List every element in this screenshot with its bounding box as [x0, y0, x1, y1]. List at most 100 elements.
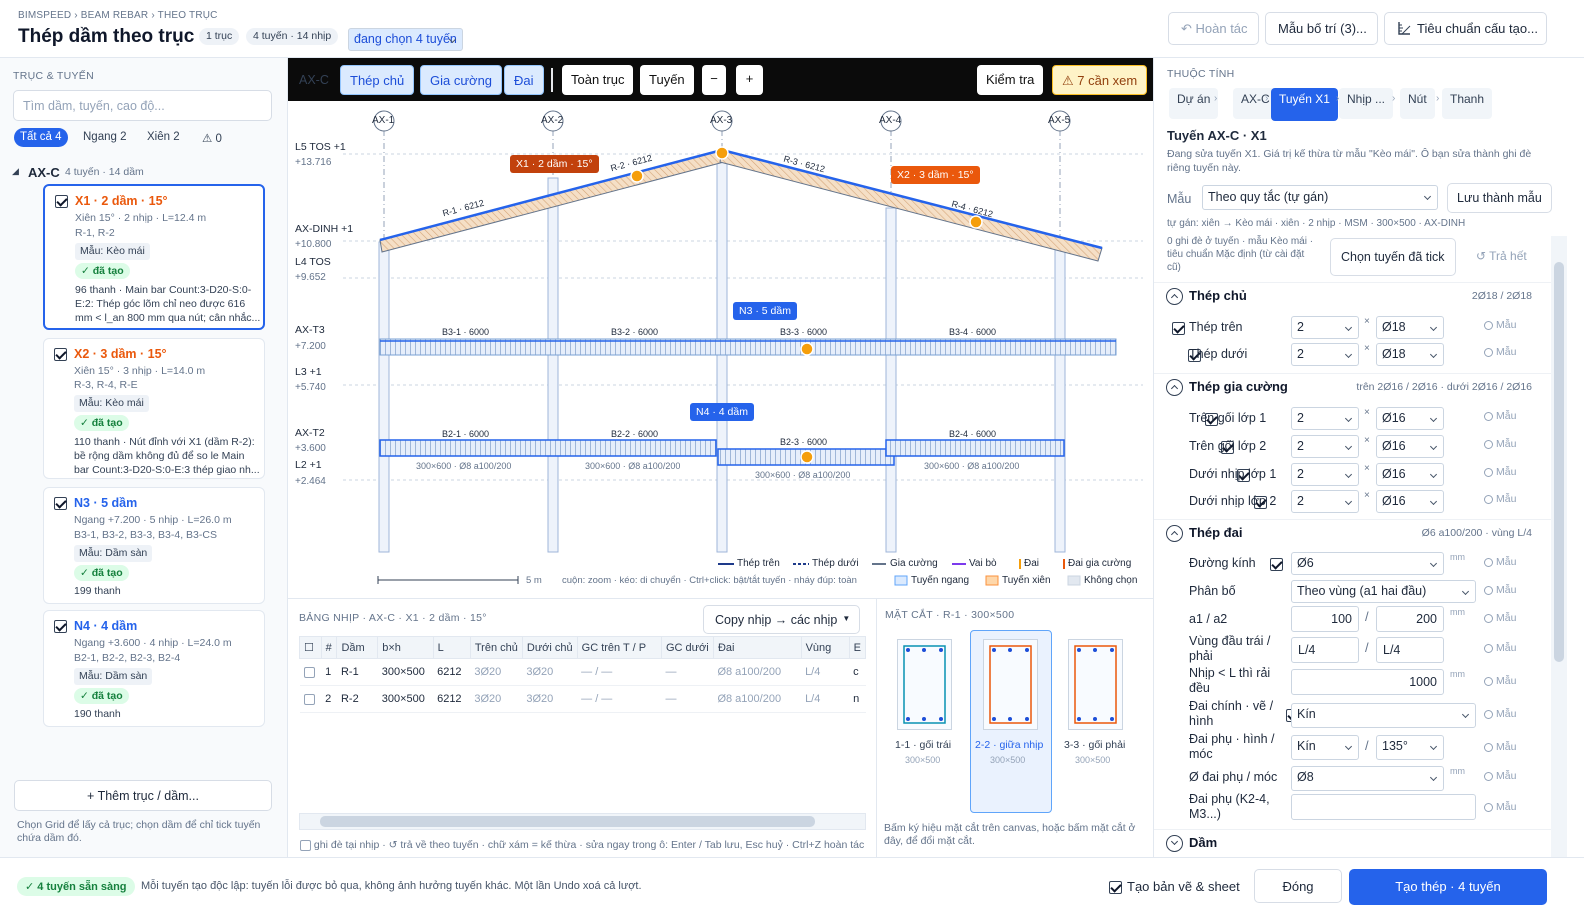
beam-label[interactable]: B2-2 · 6000 — [611, 429, 658, 439]
scrollbar-thumb[interactable] — [320, 816, 815, 827]
canvas-area[interactable]: AX-1 AX-2 AX-3 AX-4 AX-5 L5 TOS +1 +13.7… — [288, 58, 1153, 598]
column-header[interactable]: Dưới chủ — [521, 636, 578, 659]
line-card-x2[interactable]: X2 · 3 dầm · 15° Xiên 15° · 3 nhịp · L=1… — [43, 338, 265, 479]
close-button[interactable]: Đóng — [1254, 869, 1342, 903]
inherit-template-radio[interactable]: Mẫu — [1484, 708, 1516, 720]
add-row-diameter[interactable]: Ø16 — [1376, 490, 1444, 513]
table-row[interactable]: 1 R-1 300×500 6212 3Ø20 3Ø20— / — — Ø8 a100/200… — [299, 658, 866, 686]
beam-label[interactable]: B3-1 · 6000 — [442, 327, 489, 337]
inherit-template-radio[interactable]: Mẫu — [1484, 770, 1516, 782]
line-card-n3[interactable]: N3 · 5 dầm Ngang +7.200 · 5 nhịp · L=26.… — [43, 487, 265, 604]
filter-horizontal[interactable]: Ngang 2 — [77, 128, 132, 147]
section-beam[interactable]: Dầm — [1166, 835, 1217, 853]
sub-stirrup-k2-input[interactable] — [1291, 794, 1476, 820]
section-stirrup[interactable]: Thép đai — [1166, 525, 1242, 543]
tab-line-x1[interactable]: Tuyến X1 — [1271, 88, 1338, 121]
row-checkbox[interactable] — [299, 685, 322, 713]
callout-n3[interactable]: N3 · 5 dầm — [733, 302, 797, 320]
inherit-template-radio[interactable]: Mẫu — [1484, 556, 1516, 568]
add-row-diameter[interactable]: Ø16 — [1376, 407, 1444, 430]
sub-stirrup-hook[interactable]: 135° — [1376, 735, 1444, 760]
undo-button[interactable]: ↶ Hoàn tác — [1168, 12, 1259, 45]
check-button[interactable]: Kiểm tra — [977, 65, 1044, 95]
line-checkbox[interactable] — [54, 620, 67, 633]
inherit-template-radio[interactable]: Mẫu — [1484, 801, 1516, 813]
horizontal-scrollbar[interactable] — [299, 813, 866, 830]
create-drawing-checkbox[interactable] — [1109, 881, 1122, 895]
add-row-diameter[interactable]: Ø16 — [1376, 435, 1444, 458]
even-spacing-input[interactable]: 1000 — [1291, 669, 1444, 695]
tab-bar[interactable]: Thanh — [1442, 88, 1493, 119]
beam-label[interactable]: B3-3 · 6000 — [780, 327, 827, 337]
inherit-template-radio[interactable]: Mẫu — [1484, 319, 1516, 331]
line-button[interactable]: Tuyến — [640, 65, 694, 95]
column-header[interactable]: E — [848, 636, 867, 659]
column-header[interactable]: ☐ — [299, 636, 322, 659]
column-header[interactable]: Trên chủ — [469, 636, 523, 659]
beam-label[interactable]: B3-4 · 6000 — [949, 327, 996, 337]
spacing-a2-input[interactable]: 200 — [1376, 606, 1444, 632]
tab-additional[interactable]: Gia cường — [420, 65, 503, 95]
distribution-select[interactable]: Theo vùng (a1 hai đầu) — [1291, 580, 1476, 603]
search-input[interactable]: Tìm dầm, tuyến, cao độ... — [13, 90, 272, 121]
beam-label[interactable]: B2-3 · 6000 — [780, 437, 827, 447]
top-bar-checkbox[interactable] — [1172, 322, 1185, 336]
filter-warnings[interactable]: ⚠ 0 — [196, 128, 228, 147]
add-row-count[interactable]: 2 — [1291, 463, 1359, 486]
line-card-x1[interactable]: X1 · 2 dầm · 15° Xiên 15° · 2 nhịp · L=1… — [43, 184, 265, 330]
section-thumb-3[interactable] — [1068, 639, 1123, 730]
beam-label[interactable]: B3-2 · 6000 — [611, 327, 658, 337]
column-header[interactable]: L — [432, 636, 471, 659]
column-header[interactable]: GC trên T / P — [576, 636, 663, 659]
template-button[interactable]: Mẫu bố trí (3)... — [1265, 12, 1378, 45]
add-row-count[interactable]: 2 — [1291, 435, 1359, 458]
stirrup-diameter-select[interactable]: Ø6 — [1291, 552, 1444, 575]
line-checkbox[interactable] — [54, 497, 67, 510]
bottom-bar-count[interactable]: 2 — [1291, 343, 1359, 366]
warnings-button[interactable]: ⚠ 7 cần xem — [1052, 65, 1148, 95]
column-header[interactable]: Vùng — [800, 636, 850, 659]
add-row-count[interactable]: 2 — [1291, 407, 1359, 430]
inherit-template-radio[interactable]: Mẫu — [1484, 410, 1516, 422]
elevation-drawing[interactable] — [288, 58, 1153, 598]
section-additional[interactable]: Thép gia cường — [1166, 379, 1288, 397]
inherit-template-radio[interactable]: Mẫu — [1484, 741, 1516, 753]
line-checkbox[interactable] — [54, 348, 67, 361]
section-thumb-1[interactable] — [897, 639, 952, 730]
section-main-bar[interactable]: Thép chủ — [1166, 288, 1247, 306]
spacing-a1-input[interactable]: 100 — [1291, 606, 1359, 632]
add-axis-button[interactable]: + Thêm trục / dầm... — [14, 780, 272, 811]
inherit-template-radio[interactable]: Mẫu — [1484, 438, 1516, 450]
inherit-template-radio[interactable]: Mẫu — [1484, 642, 1516, 654]
section-thumb-2[interactable] — [983, 639, 1038, 730]
stirrup-diameter-checkbox[interactable] — [1270, 558, 1284, 572]
beam-label[interactable]: B2-1 · 6000 — [442, 429, 489, 439]
sub-stirrup-shape[interactable]: Kín — [1291, 735, 1359, 760]
tab-node[interactable]: Nút — [1400, 88, 1435, 119]
filter-all[interactable]: Tất cả 4 — [14, 128, 68, 147]
standard-button[interactable]: Tiêu chuẩn cấu tạo... — [1384, 12, 1547, 45]
create-rebar-button[interactable]: Tạo thép · 4 tuyến — [1349, 869, 1547, 905]
beam-label[interactable]: B2-4 · 6000 — [949, 429, 996, 439]
reset-all-button[interactable]: ↺ Trả hết — [1470, 238, 1533, 276]
tab-main-bar[interactable]: Thép chủ — [340, 65, 415, 95]
zoom-out-button[interactable]: − — [702, 65, 726, 95]
inherit-template-radio[interactable]: Mẫu — [1484, 346, 1516, 358]
zone-left-input[interactable]: L/4 — [1291, 637, 1359, 663]
column-header[interactable]: b×h — [377, 636, 434, 659]
choose-lines-button[interactable]: Chọn tuyến đã tick — [1330, 238, 1456, 276]
breadcrumb[interactable]: BIMSPEED › BEAM REBAR › THEO TRỤC — [18, 10, 218, 21]
scrollbar-thumb[interactable] — [1554, 262, 1564, 662]
template-select[interactable]: Theo quy tắc (tự gán) — [1202, 185, 1438, 210]
add-row-diameter[interactable]: Ø16 — [1376, 463, 1444, 486]
add-row-count[interactable]: 2 — [1291, 490, 1359, 513]
column-header[interactable]: Đai — [712, 636, 802, 659]
column-header[interactable]: # — [320, 636, 338, 659]
save-template-button[interactable]: Lưu thành mẫu — [1447, 183, 1552, 213]
filter-inclined[interactable]: Xiên 2 — [141, 128, 186, 147]
main-stirrup-select[interactable]: Kín — [1291, 703, 1476, 728]
bottom-bar-diameter[interactable]: Ø18 — [1376, 343, 1444, 366]
top-bar-count[interactable]: 2 — [1291, 316, 1359, 339]
top-bar-diameter[interactable]: Ø18 — [1376, 316, 1444, 339]
tab-project[interactable]: Dự án — [1169, 88, 1219, 119]
